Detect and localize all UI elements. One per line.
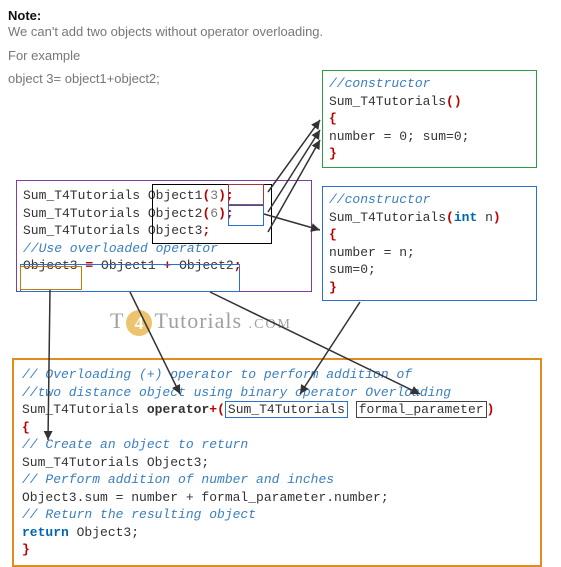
ctor1-name: Sum_T4Tutorials [329, 94, 446, 109]
decl2-name: Object2 [148, 206, 203, 221]
decl3-name: Object3 [148, 223, 203, 238]
ctor1-body: number = 0; sum=0; [329, 128, 530, 146]
ctor2-sig: Sum_T4Tutorials(int n) [329, 209, 530, 227]
note-line1: We can't add two objects without operato… [8, 23, 553, 41]
decl1-arg: 3 [210, 188, 218, 203]
op-ret: Sum_T4Tutorials [22, 402, 139, 417]
note-line2: For example [8, 47, 553, 65]
decl-type: Sum_T4Tutorials [23, 206, 140, 221]
ctor2-pname: n [485, 210, 493, 225]
wm-t: T [110, 308, 124, 333]
assign-line: Object3 = Object1 + Object2; [23, 257, 305, 275]
ctor2-ptype: int [454, 210, 477, 225]
decl-type: Sum_T4Tutorials [23, 188, 140, 203]
decl-type: Sum_T4Tutorials [23, 223, 140, 238]
ctor-default-box: //constructor Sum_T4Tutorials() { number… [322, 70, 537, 168]
op-c3: // Create an object to return [22, 436, 532, 454]
ctor1-sig: Sum_T4Tutorials() [329, 93, 530, 111]
op-sum: Object3.sum = number + formal_parameter.… [22, 489, 532, 507]
open-brace: { [329, 110, 530, 128]
decl-comment: //Use overloaded operator [23, 240, 305, 258]
close-brace: } [22, 541, 532, 559]
operator-overload-box: // Overloading (+) operator to perform a… [12, 358, 542, 567]
assign-r2: Object2 [179, 258, 234, 273]
close-brace: } [329, 279, 530, 297]
decl3: Sum_T4Tutorials Object3; [23, 222, 305, 240]
return-val: Object3; [77, 525, 139, 540]
decl1-name: Object1 [148, 188, 203, 203]
ctor2-comment: //constructor [329, 191, 530, 209]
watermark: T4Tutorials .COM [110, 308, 292, 336]
return-kw: return [22, 525, 69, 540]
op-pname: formal_parameter [356, 401, 487, 418]
assign-lhs: Object3 [23, 258, 78, 273]
op-c1: // Overloading (+) operator to perform a… [22, 366, 532, 384]
open-brace: { [329, 226, 530, 244]
decl2-arg: 6 [210, 206, 218, 221]
op-sig: Sum_T4Tutorials operator+(Sum_T4Tutorial… [22, 401, 532, 419]
ctor1-comment: //constructor [329, 75, 530, 93]
declarations-box: Sum_T4Tutorials Object1(3); Sum_T4Tutori… [16, 180, 312, 292]
close-brace: } [329, 145, 530, 163]
decl1: Sum_T4Tutorials Object1(3); [23, 187, 305, 205]
ctor2-body1: number = n; [329, 244, 530, 262]
ctor2-name: Sum_T4Tutorials [329, 210, 446, 225]
op-local: Sum_T4Tutorials Object3; [22, 454, 532, 472]
op-ptype: Sum_T4Tutorials [225, 401, 348, 418]
wm-rest: Tutorials [154, 308, 242, 333]
op-c5: // Return the resulting object [22, 506, 532, 524]
wm-circle-icon: 4 [126, 310, 152, 336]
note-title: Note: [8, 8, 553, 23]
op-c2: //two distance object using binary opera… [22, 384, 532, 402]
ctor-param-box: //constructor Sum_T4Tutorials(int n) { n… [322, 186, 537, 301]
wm-dom: .COM [249, 317, 292, 332]
assign-r1: Object1 [101, 258, 156, 273]
op-kw: operator [147, 402, 209, 417]
op-plus: + [209, 402, 217, 417]
open-brace: { [22, 419, 532, 437]
ctor2-body2: sum=0; [329, 261, 530, 279]
op-return: return Object3; [22, 524, 532, 542]
op-c4: // Perform addition of number and inches [22, 471, 532, 489]
decl2: Sum_T4Tutorials Object2(6); [23, 205, 305, 223]
